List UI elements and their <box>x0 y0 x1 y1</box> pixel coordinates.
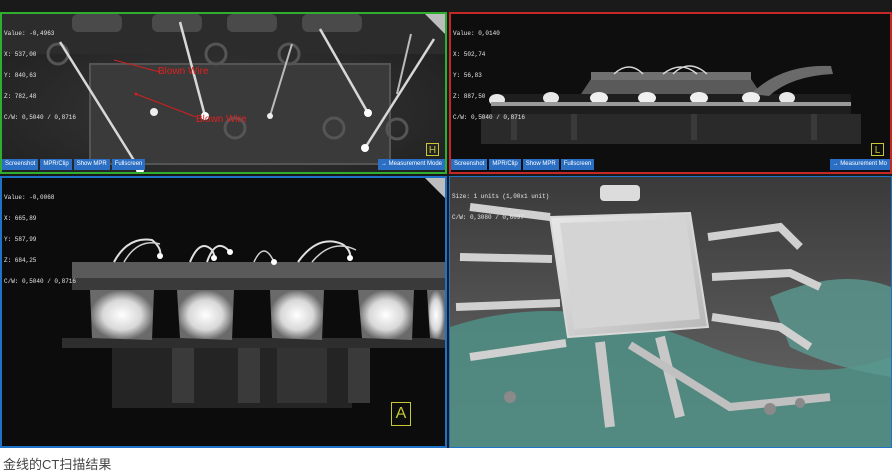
viewport-toolbar-h: Screenshot MPR/Clip Show MPR Fullscreen <box>2 159 146 170</box>
mpr-clip-button[interactable]: MPR/Clip <box>40 159 72 170</box>
cw-readout: C/W: 0,3080 / 0,6097 <box>452 214 525 221</box>
viewport-3d[interactable]: Size: 1 units (1,00x1 unit) C/W: 0,3080 … <box>449 176 892 448</box>
cw-readout: C/W: 0,5040 / 0,8716 <box>453 114 526 121</box>
value-readout: Value: -0,0068 <box>4 194 55 201</box>
viewport-a[interactable]: Value: -0,0068 X: 665,89 Y: 587,99 Z: 68… <box>0 176 447 448</box>
info-readout-h: Value: -0,4963 X: 537,00 Y: 840,63 Z: 78… <box>4 16 76 135</box>
info-readout-l: Value: 0,0140 X: 502,74 Y: 56,83 Z: 887,… <box>453 16 525 135</box>
fullscreen-button[interactable]: Fullscreen <box>111 159 146 170</box>
screenshot-button[interactable]: Screenshot <box>451 159 488 170</box>
mpr-clip-button[interactable]: MPR/Clip <box>489 159 521 170</box>
orientation-indicator-h: H <box>426 143 439 156</box>
figure-caption: 金线的CT扫描结果 <box>3 457 112 472</box>
viewport-h[interactable]: Value: -0,4963 X: 537,00 Y: 840,63 Z: 78… <box>0 12 447 174</box>
orientation-indicator-a: A <box>391 402 411 426</box>
z-readout: Z: 782,48 <box>4 93 37 100</box>
cw-readout: C/W: 0,5040 / 0,8716 <box>4 114 77 121</box>
viewport-toolbar-l: Screenshot MPR/Clip Show MPR Fullscreen <box>451 159 595 170</box>
z-readout: Z: 887,50 <box>453 93 486 100</box>
measurement-mode-button[interactable]: → Measurement Mo <box>829 159 890 170</box>
z-readout: Z: 684,25 <box>4 257 37 264</box>
show-mpr-button[interactable]: Show MPR <box>522 159 559 170</box>
cw-readout: C/W: 0,5040 / 0,8716 <box>4 278 77 285</box>
viewport-l[interactable]: Value: 0,0140 X: 502,74 Y: 56,83 Z: 887,… <box>449 12 892 174</box>
measurement-mode-button[interactable]: → Measurement Mode <box>377 159 445 170</box>
annotation-blown-wire: Blown Wire <box>158 66 209 77</box>
info-readout-a: Value: -0,0068 X: 665,89 Y: 587,99 Z: 68… <box>4 180 76 299</box>
value-readout: Value: -0,4963 <box>4 30 55 37</box>
fullscreen-button[interactable]: Fullscreen <box>560 159 595 170</box>
corner-triangle-icon[interactable] <box>425 14 445 34</box>
x-readout: X: 502,74 <box>453 51 486 58</box>
screenshot-button[interactable]: Screenshot <box>2 159 39 170</box>
size-readout: Size: 1 units (1,00x1 unit) <box>452 193 550 200</box>
orientation-indicator-l: L <box>871 143 884 156</box>
y-readout: Y: 56,83 <box>453 72 482 79</box>
y-readout: Y: 840,63 <box>4 72 37 79</box>
show-mpr-button[interactable]: Show MPR <box>73 159 110 170</box>
value-readout: Value: 0,0140 <box>453 30 500 37</box>
corner-triangle-icon[interactable] <box>425 178 445 198</box>
x-readout: X: 665,89 <box>4 215 37 222</box>
ct-viewer: Value: -0,4963 X: 537,00 Y: 840,63 Z: 78… <box>0 0 892 448</box>
annotation-blown-wire: Blown Wire <box>196 114 247 125</box>
info-readout-3d: Size: 1 units (1,00x1 unit) C/W: 0,3080 … <box>452 179 549 235</box>
x-readout: X: 537,00 <box>4 51 37 58</box>
y-readout: Y: 587,99 <box>4 236 37 243</box>
